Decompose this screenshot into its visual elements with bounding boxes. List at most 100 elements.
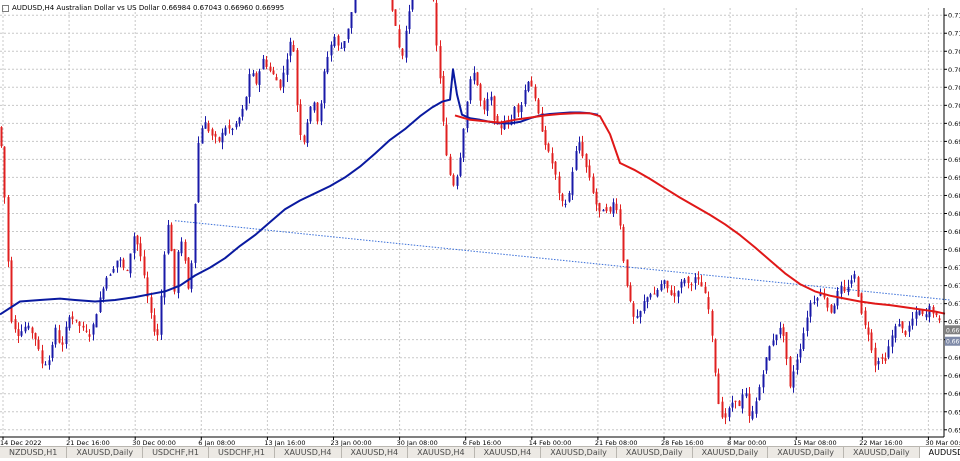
candle-body bbox=[93, 324, 95, 334]
candle-body bbox=[399, 29, 401, 47]
candle-body bbox=[858, 277, 860, 296]
bull-candle bbox=[164, 251, 166, 304]
y-tick-label: 0.6960 bbox=[948, 138, 960, 146]
candle-body bbox=[640, 311, 642, 317]
bear-candle bbox=[831, 304, 833, 314]
candle-body bbox=[297, 50, 299, 105]
chart-tab[interactable]: XAUUSD,H4 bbox=[275, 447, 342, 458]
candle-body bbox=[232, 129, 234, 130]
y-tick-label: 0.7135 bbox=[948, 12, 960, 20]
candle-body bbox=[735, 401, 737, 402]
candle-body bbox=[582, 142, 584, 156]
candle-body bbox=[406, 31, 408, 58]
candle-body bbox=[695, 277, 697, 283]
bull-candle bbox=[355, 0, 357, 13]
candle-body bbox=[814, 302, 816, 303]
candle-body bbox=[134, 236, 136, 253]
chart-tab[interactable]: XAUUSD,H4 bbox=[342, 447, 409, 458]
candle-body bbox=[219, 137, 221, 141]
bull-candle bbox=[321, 100, 323, 125]
candle-body bbox=[79, 322, 81, 326]
candle-body bbox=[684, 280, 686, 284]
candle-body bbox=[827, 298, 829, 307]
y-tick-label: 0.6910 bbox=[948, 174, 960, 182]
candle-body bbox=[545, 130, 547, 145]
candle-body bbox=[783, 327, 785, 336]
candle-body bbox=[518, 105, 520, 113]
candle-body bbox=[123, 260, 125, 268]
candle-body bbox=[55, 328, 57, 345]
candle-body bbox=[637, 316, 639, 318]
candle-body bbox=[38, 340, 40, 349]
candle-body bbox=[154, 315, 156, 331]
bear-candle bbox=[188, 257, 190, 290]
candle-body bbox=[562, 194, 564, 201]
candle-body bbox=[467, 102, 469, 128]
candle-body bbox=[909, 326, 911, 332]
price-chart[interactable]: 0.71350.71100.70850.70600.70350.70100.69… bbox=[0, 0, 960, 457]
candle-body bbox=[885, 358, 887, 361]
candle-body bbox=[212, 129, 214, 135]
bull-candle bbox=[198, 136, 200, 203]
y-tick-label: 0.7035 bbox=[948, 84, 960, 92]
candle-body bbox=[215, 134, 217, 137]
bear-candle bbox=[256, 71, 258, 85]
candle-body bbox=[120, 260, 122, 261]
chart-tab[interactable]: XAUUSD,Daily bbox=[768, 447, 844, 458]
candle-body bbox=[202, 128, 204, 143]
candle-body bbox=[225, 128, 227, 135]
candle-body bbox=[25, 327, 27, 332]
candle-body bbox=[300, 104, 302, 135]
chart-tab[interactable]: XAUUSD,Daily bbox=[541, 447, 617, 458]
candle-body bbox=[868, 327, 870, 334]
candle-body bbox=[477, 72, 479, 85]
chart-canvas[interactable]: 0.71350.71100.70850.70600.70350.70100.69… bbox=[0, 0, 960, 457]
bull-candle bbox=[161, 289, 163, 340]
candle-body bbox=[317, 103, 319, 122]
candle-body bbox=[450, 157, 452, 175]
candle-body bbox=[117, 261, 119, 268]
chart-tab[interactable]: XAUUSD,Daily bbox=[67, 447, 143, 458]
candle-body bbox=[674, 293, 676, 297]
candle-body bbox=[106, 278, 108, 289]
candle-body bbox=[161, 296, 163, 335]
candle-body bbox=[569, 193, 571, 202]
chart-tab[interactable]: XAUUSD,Daily bbox=[844, 447, 920, 458]
candle-body bbox=[797, 359, 799, 369]
candle-body bbox=[463, 129, 465, 158]
price-tag-label: 0.6698 bbox=[946, 327, 960, 334]
candle-body bbox=[773, 340, 775, 345]
chart-tab[interactable]: NZDUSD,H1 bbox=[0, 447, 67, 458]
chart-tab[interactable]: AUDUSD,H4 bbox=[920, 447, 960, 458]
candle-body bbox=[1, 127, 3, 146]
bear-candle bbox=[858, 276, 860, 297]
candle-body bbox=[69, 317, 71, 328]
y-tick-label: 0.6635 bbox=[948, 372, 960, 380]
candle-body bbox=[620, 209, 622, 225]
y-tick-label: 0.7110 bbox=[948, 30, 960, 38]
chart-tab[interactable]: XAUUSD,Daily bbox=[693, 447, 769, 458]
chart-tab[interactable]: XAUUSD,H4 bbox=[408, 447, 475, 458]
chart-tab[interactable]: USDCHF,H1 bbox=[209, 447, 275, 458]
bear-candle bbox=[627, 259, 629, 287]
y-tick-label: 0.7060 bbox=[948, 66, 960, 74]
candle-body bbox=[844, 287, 846, 291]
candle-body bbox=[593, 177, 595, 193]
bear-candle bbox=[4, 146, 6, 204]
chart-tab[interactable]: XAUUSD,H4 bbox=[475, 447, 542, 458]
candle-body bbox=[327, 57, 329, 72]
candle-body bbox=[338, 36, 340, 46]
chart-tab[interactable]: USDCHF,H1 bbox=[143, 447, 209, 458]
bull-candle bbox=[406, 26, 408, 63]
candle-body bbox=[807, 318, 809, 331]
candle-body bbox=[487, 99, 489, 111]
bull-candle bbox=[528, 81, 530, 92]
candle-body bbox=[769, 346, 771, 360]
candle-body bbox=[100, 297, 102, 311]
chart-tab[interactable]: XAUUSD,Daily bbox=[617, 447, 693, 458]
candle-body bbox=[718, 374, 720, 404]
bear-candle bbox=[861, 293, 863, 315]
candle-body bbox=[865, 311, 867, 326]
candle-body bbox=[538, 100, 540, 114]
bear-candle bbox=[538, 98, 540, 114]
